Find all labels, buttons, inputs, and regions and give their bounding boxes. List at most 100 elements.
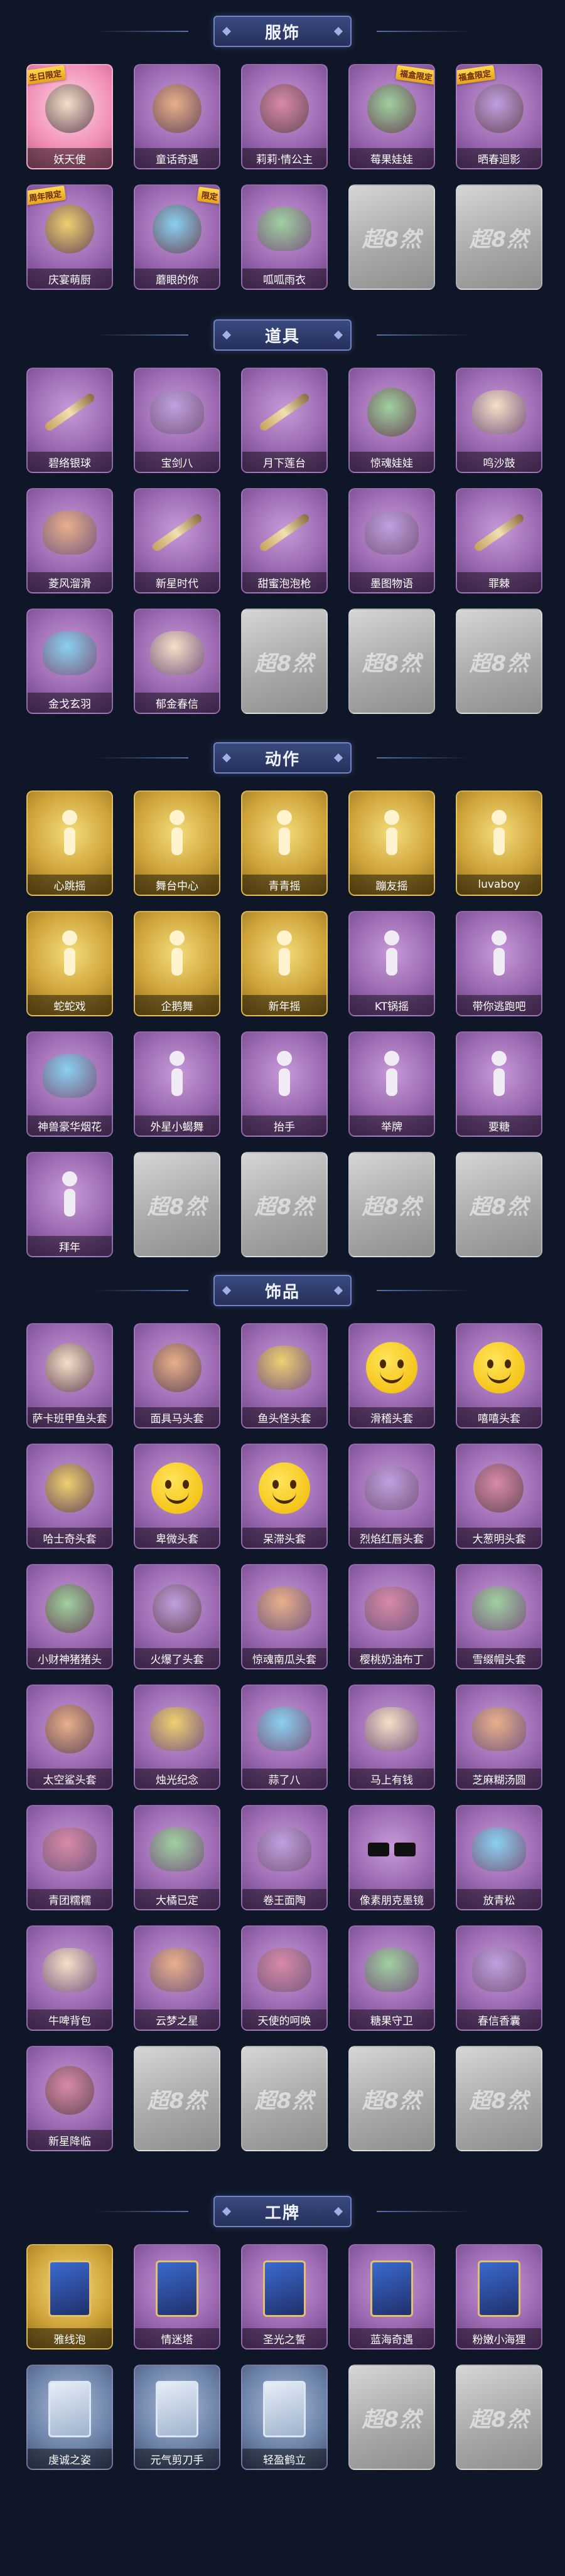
collection-item[interactable]: 碧络银球	[26, 368, 113, 473]
collection-item[interactable]: 青团糯糯	[26, 1805, 113, 1910]
collection-item[interactable]: 舞台中心	[134, 790, 220, 896]
collection-item[interactable]: 卷王面陶	[241, 1805, 328, 1910]
section-header: 饰品	[0, 1270, 565, 1311]
empty-slot[interactable]: 超8然	[456, 2046, 542, 2151]
collection-item[interactable]: 新年摇	[241, 911, 328, 1016]
collection-item[interactable]: 情迷塔	[134, 2244, 220, 2350]
collection-item[interactable]: 惊魂娃娃	[348, 368, 435, 473]
collection-item[interactable]: 大橘已定	[134, 1805, 220, 1910]
empty-slot[interactable]: 超8然	[456, 184, 542, 290]
collection-item[interactable]: 圣光之誓	[241, 2244, 328, 2350]
collection-item[interactable]: 芝麻糊汤圆	[456, 1685, 542, 1790]
collection-item[interactable]: 青青摇	[241, 790, 328, 896]
collection-item[interactable]: 小财神猪猪头	[26, 1564, 113, 1669]
empty-slot[interactable]: 超8然	[134, 1152, 220, 1257]
collection-item[interactable]: 宝剑八	[134, 368, 220, 473]
collection-item[interactable]: luvaboy	[456, 790, 542, 896]
placeholder-watermark: 超8然	[469, 2407, 529, 2432]
collection-item[interactable]: 天使的呵唤	[241, 1925, 328, 2031]
shark-head-icon	[45, 1705, 94, 1754]
collection-item[interactable]: 马上有钱	[348, 1685, 435, 1790]
collection-item[interactable]: 福盒限定 莓果娃娃	[348, 64, 435, 169]
collection-item[interactable]: 雪缀帽头套	[456, 1564, 542, 1669]
empty-slot[interactable]: 超8然	[348, 1152, 435, 1257]
collection-item[interactable]: 太空鲨头套	[26, 1685, 113, 1790]
item-art	[28, 1686, 112, 1772]
empty-slot[interactable]: 超8然	[241, 2046, 328, 2151]
collection-item[interactable]: 新星时代	[134, 488, 220, 593]
collection-item[interactable]: 粉嫩小海狸	[456, 2244, 542, 2350]
collection-item[interactable]: 菱风溜滑	[26, 488, 113, 593]
collection-item[interactable]: 嘻嘻头套	[456, 1323, 542, 1429]
collection-item[interactable]: 牛啤背包	[26, 1925, 113, 2031]
collection-item[interactable]: 虔诚之姿	[26, 2365, 113, 2470]
collection-item[interactable]: 莉莉·情公主	[241, 64, 328, 169]
collection-item[interactable]: 企鹅舞	[134, 911, 220, 1016]
collection-item[interactable]: 哈士奇头套	[26, 1444, 113, 1549]
empty-slot[interactable]: 超8然	[456, 1152, 542, 1257]
collection-item[interactable]: 拜年	[26, 1152, 113, 1257]
collection-item[interactable]: 蓝海奇遇	[348, 2244, 435, 2350]
collection-item[interactable]: 新星降临	[26, 2046, 113, 2151]
collection-item[interactable]: 福盒限定 晒春迴影	[456, 64, 542, 169]
collection-item[interactable]: 带你逃跑吧	[456, 911, 542, 1016]
collection-item[interactable]: KT锅摇	[348, 911, 435, 1016]
empty-slot[interactable]: 超8然	[241, 609, 328, 714]
collection-item[interactable]: 鱼头怪头套	[241, 1323, 328, 1429]
collection-item[interactable]: 放青松	[456, 1805, 542, 1910]
diamond-ornament-icon	[333, 330, 343, 340]
empty-slot[interactable]: 超8然	[241, 1152, 328, 1257]
collection-item[interactable]: 鸣沙鼓	[456, 368, 542, 473]
collection-item[interactable]: 烈焰红唇头套	[348, 1444, 435, 1549]
empty-slot[interactable]: 超8然	[348, 184, 435, 290]
placeholder-watermark: 超8然	[362, 2407, 422, 2432]
collection-item[interactable]: 大葱明头套	[456, 1444, 542, 1549]
empty-slot[interactable]: 超8然	[456, 2365, 542, 2470]
collection-item[interactable]: 春信香囊	[456, 1925, 542, 2031]
collection-item[interactable]: 樱桃奶油布丁	[348, 1564, 435, 1669]
collection-item[interactable]: 轻盈鹤立	[241, 2365, 328, 2470]
collection-item[interactable]: 心跳摇	[26, 790, 113, 896]
collection-item[interactable]: 惊魂南瓜头套	[241, 1564, 328, 1669]
collection-item[interactable]: 萨卡班甲鱼头套	[26, 1323, 113, 1429]
collection-item[interactable]: 周年限定 庆宴萌厨	[26, 184, 113, 290]
collection-item[interactable]: 烛光纪念	[134, 1685, 220, 1790]
collection-item[interactable]: 元气剪刀手	[134, 2365, 220, 2470]
collection-item[interactable]: 神兽豪华烟花	[26, 1031, 113, 1137]
collection-item[interactable]: 月下莲台	[241, 368, 328, 473]
empty-slot[interactable]: 超8然	[134, 2046, 220, 2151]
placeholder-watermark: 超8然	[254, 1194, 315, 1220]
collection-item[interactable]: 外星小蝎舞	[134, 1031, 220, 1137]
collection-item[interactable]: 童话奇遇	[134, 64, 220, 169]
collection-item[interactable]: 举牌	[348, 1031, 435, 1137]
collection-item[interactable]: 像素朋克墨镜	[348, 1805, 435, 1910]
collection-item[interactable]: 蒜了八	[241, 1685, 328, 1790]
collection-item[interactable]: 甜蜜泡泡枪	[241, 488, 328, 593]
collection-item[interactable]: 限定 蘑眼的你	[134, 184, 220, 290]
collection-item[interactable]: 郁金春信	[134, 609, 220, 714]
empty-slot[interactable]: 超8然	[456, 609, 542, 714]
collection-item[interactable]: 蛇蛇戏	[26, 911, 113, 1016]
empty-slot[interactable]: 超8然	[348, 609, 435, 714]
collection-item[interactable]: 生日限定 妖天使	[26, 64, 113, 169]
collection-item[interactable]: 滑稽头套	[348, 1323, 435, 1429]
collection-item[interactable]: 墨图物语	[348, 488, 435, 593]
placeholder-watermark: 超8然	[469, 226, 529, 252]
empty-slot[interactable]: 超8然	[348, 2365, 435, 2470]
collection-item[interactable]: 雅线泡	[26, 2244, 113, 2350]
collection-item[interactable]: 抬手	[241, 1031, 328, 1137]
collection-item[interactable]: 呱呱雨衣	[241, 184, 328, 290]
collection-item[interactable]: 卑微头套	[134, 1444, 220, 1549]
collection-item[interactable]: 火爆了头套	[134, 1564, 220, 1669]
collection-item[interactable]: 云梦之星	[134, 1925, 220, 2031]
pose-icon	[51, 1171, 89, 1221]
collection-item[interactable]: 糖果守卫	[348, 1925, 435, 2031]
collection-item[interactable]: 要糖	[456, 1031, 542, 1137]
collection-item[interactable]: 面具马头套	[134, 1323, 220, 1429]
collection-item[interactable]: 蹦友摇	[348, 790, 435, 896]
empty-slot[interactable]: 超8然	[348, 2046, 435, 2151]
collection-item[interactable]: 呆滞头套	[241, 1444, 328, 1549]
collection-item[interactable]: 罪棘	[456, 488, 542, 593]
collection-item[interactable]: 金戈玄羽	[26, 609, 113, 714]
pose-icon	[266, 1051, 303, 1101]
